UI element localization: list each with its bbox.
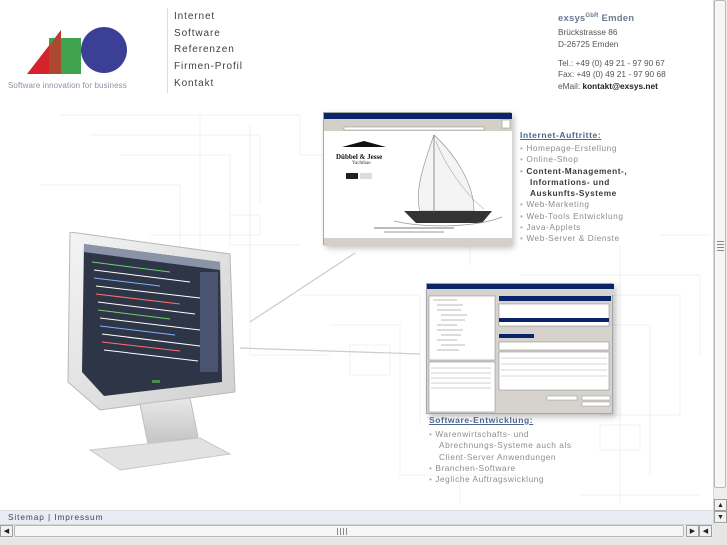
service-item: Homepage-Erstellung [520,143,627,154]
arrow-down-icon: ▼ [717,513,724,521]
scroll-left-button[interactable]: ◀ [0,525,13,537]
footer-bar [0,510,713,524]
website-brand: Dübbel & Jesse [336,153,383,161]
nav-item-software[interactable]: Software [174,27,243,44]
software-section-title: Software-Entwicklung: [429,415,534,425]
service-item-cont: Abrechnungs-Systeme auch als [439,440,572,451]
application-screenshot [426,283,614,414]
service-item: Jegliche Auftragswicklung [429,474,572,485]
application-screenshot-image [427,284,614,413]
email-link[interactable]: kontakt@exsys.net [582,81,657,91]
footer-links: Sitemap | Impressum [8,512,103,522]
scroll-up-button[interactable]: ▲ [714,499,727,511]
service-item-cont: Auskunfts-Systeme [530,188,617,199]
company-city: Emden [601,13,635,25]
email-label: eMail: [558,80,581,91]
arrow-right-icon: ▶ [689,528,696,535]
impressum-link[interactable]: Impressum [54,512,103,522]
nav-item-firmen-profil[interactable]: Firmen-Profil [174,60,243,77]
scroll-grip-icon [717,241,724,251]
scroll-right-end-button[interactable]: ◀ [699,525,712,537]
service-item: Web-Server & Dienste [520,233,627,244]
window-bottom-edge [0,538,713,545]
contact-block: exsysGbR Emden Brückstrasse 86 D-26725 E… [558,11,666,92]
main-nav: Internet Software Referenzen Firmen-Prof… [174,10,243,93]
contact-street: Brückstrasse 86 [558,27,618,38]
contact-tel: Tel.: +49 (0) 49 21 - 97 90 67 [558,58,665,69]
footer-separator: | [47,512,52,522]
nav-divider [167,8,168,93]
contact-email-row: eMail: kontakt@exsys.net [558,81,666,92]
sitemap-link[interactable]: Sitemap [8,512,45,522]
website-screenshot: Dübbel & Jesse Yachtbau [323,112,512,246]
exsys-logo [27,27,127,74]
service-item: Web-Marketing [520,199,627,210]
service-item: Web-Tools Entwicklung [520,211,627,222]
service-item: Online-Shop [520,154,627,165]
company-label: exsys [558,13,586,25]
internet-section-title: Internet-Auftritte: [520,130,602,140]
website-screenshot-image [324,113,512,246]
arrow-left-icon: ◀ [702,528,709,535]
software-services-list: Warenwirtschafts- und Abrechnungs-System… [429,429,572,485]
arrow-left-icon: ◀ [3,528,10,535]
scroll-down-button[interactable]: ▼ [714,511,727,523]
service-item: Java-Applets [520,222,627,233]
scroll-grip-icon [337,528,347,535]
internet-services-list: Homepage-Erstellung Online-Shop Content-… [520,143,627,245]
service-item-cont: Client-Server Anwendungen [439,451,557,462]
arrow-up-icon: ▲ [717,501,724,509]
website-brand-sub: Yachtbau [352,161,371,166]
contact-fax: Fax: +49 (0) 49 21 - 97 90 68 [558,69,666,80]
service-item-cont: Informations- und [530,176,610,187]
nav-item-referenzen[interactable]: Referenzen [174,43,243,60]
monitor-illustration [67,232,236,471]
nav-item-internet[interactable]: Internet [174,10,243,27]
contact-zip-city: D-26725 Emden [558,38,619,49]
nav-item-kontakt[interactable]: Kontakt [174,77,243,94]
service-item: Content-Management-, [520,166,627,177]
logo-tagline: Software innovation for business [8,81,127,90]
scrollbar-corner [713,524,727,545]
company-name: exsysGbR Emden [558,11,666,24]
service-item: Warenwirtschafts- und [429,429,572,440]
scroll-right-button[interactable]: ▶ [686,525,699,537]
company-suffix: GbR [585,13,599,19]
service-item: Branchen-Software [429,463,572,474]
